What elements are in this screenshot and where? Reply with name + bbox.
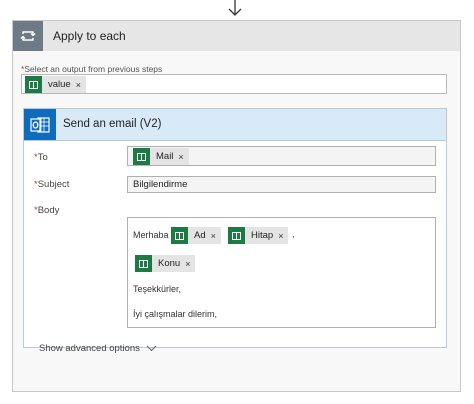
loop-icon <box>13 21 43 51</box>
subject-value: Bilgilendirme <box>133 179 188 190</box>
subject-input[interactable]: Bilgilendirme <box>127 176 436 193</box>
show-advanced-options-button[interactable]: Show advanced options <box>39 343 157 354</box>
send-email-title: Send an email (V2) <box>63 118 162 130</box>
body-label: *Body <box>34 205 60 216</box>
subject-label: *Subject <box>34 179 70 190</box>
remove-token-icon[interactable]: × <box>185 259 195 269</box>
excel-icon <box>228 227 245 244</box>
remove-token-icon[interactable]: × <box>278 231 288 241</box>
apply-to-each-card: Apply to each *Select an output from pre… <box>12 20 461 392</box>
excel-icon <box>135 255 152 272</box>
body-greeting: Merhaba <box>133 230 169 240</box>
apply-to-each-title: Apply to each <box>53 29 126 43</box>
body-comma: , <box>292 229 295 239</box>
excel-icon <box>171 227 188 244</box>
remove-token-icon[interactable]: × <box>211 231 221 241</box>
show-advanced-label: Show advanced options <box>39 343 140 354</box>
send-email-header[interactable]: Send an email (V2) <box>24 109 446 141</box>
remove-token-icon[interactable]: × <box>76 80 86 90</box>
mail-token[interactable]: Mail × <box>133 148 189 165</box>
body-input[interactable]: Merhaba Ad × Hitap × , Konu × Teşekkürle… <box>127 217 436 328</box>
excel-icon <box>133 148 150 165</box>
connector-arrow-icon <box>228 0 242 16</box>
body-line-thanks: Teşekkürler, <box>133 284 182 294</box>
ad-token[interactable]: Ad × <box>171 227 221 244</box>
token-label: Mail <box>156 151 174 162</box>
send-email-card: Send an email (V2) *To Mail × *Subject B… <box>23 108 447 354</box>
token-label: value <box>48 79 71 90</box>
chevron-down-icon <box>146 345 157 352</box>
token-label: Konu <box>158 258 181 269</box>
outlook-icon <box>24 109 56 140</box>
value-token[interactable]: value × <box>25 76 86 93</box>
excel-icon <box>25 76 42 93</box>
remove-token-icon[interactable]: × <box>178 152 188 162</box>
to-input[interactable]: Mail × <box>127 146 436 166</box>
hitap-token[interactable]: Hitap × <box>228 227 289 244</box>
token-label: Ad <box>194 230 206 241</box>
body-line-wishes: İyi çalışmalar dilerim, <box>133 309 218 319</box>
select-output-input[interactable]: value × <box>21 74 447 94</box>
konu-token[interactable]: Konu × <box>135 255 196 272</box>
to-label: *To <box>34 152 48 163</box>
token-label: Hitap <box>251 230 274 241</box>
apply-to-each-header[interactable]: Apply to each <box>13 21 460 51</box>
select-output-label: *Select an output from previous steps <box>21 64 163 74</box>
